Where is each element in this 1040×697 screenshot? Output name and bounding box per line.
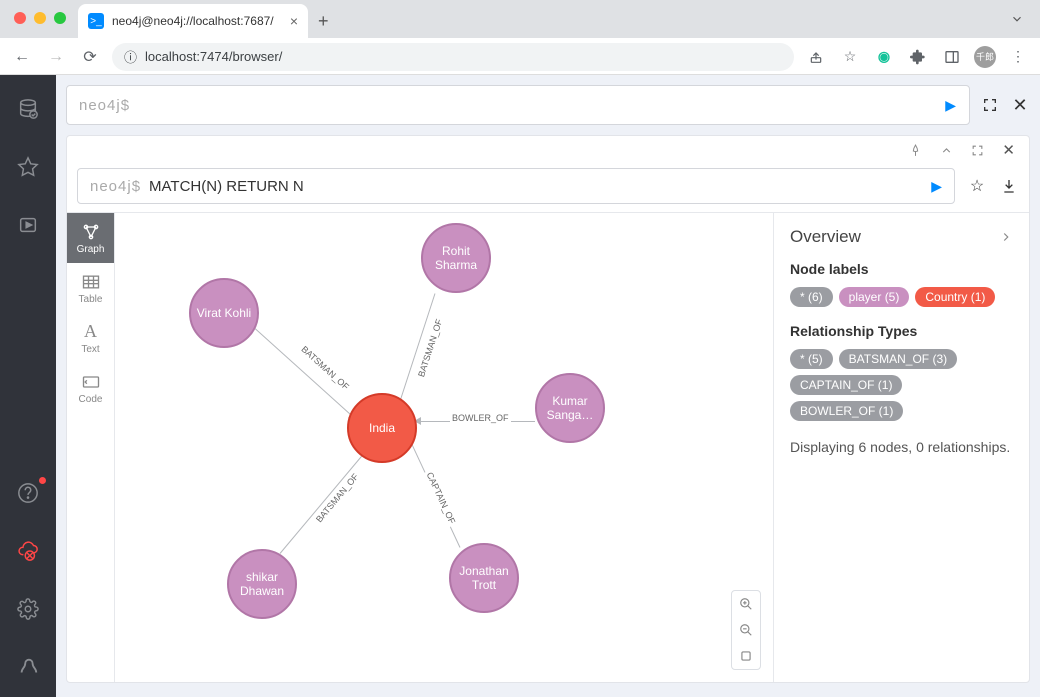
browser-chrome: >_ neo4j@neo4j://localhost:7687/ × + ← →… xyxy=(0,0,1040,75)
tab-close-button[interactable]: × xyxy=(290,13,298,29)
close-frame-button[interactable]: ✕ xyxy=(1002,141,1015,159)
tab-title: neo4j@neo4j://localhost:7687/ xyxy=(112,14,274,28)
cloud-sync-icon[interactable] xyxy=(16,539,40,563)
url-input[interactable]: ⓘ localhost:7474/browser/ xyxy=(112,43,794,71)
zoom-out-button[interactable] xyxy=(732,617,760,643)
rel-types-heading: Relationship Types xyxy=(790,323,1013,339)
extensions-button[interactable] xyxy=(906,45,930,69)
main-content: neo4j$ ▶ ✕ ✕ xyxy=(56,75,1040,697)
back-button[interactable]: ← xyxy=(10,48,34,66)
tabs-dropdown-button[interactable] xyxy=(1010,12,1024,26)
chrome-menu-button[interactable]: ⋮ xyxy=(1006,45,1030,69)
left-sidebar xyxy=(0,75,56,697)
favorite-query-button[interactable]: ☆ xyxy=(967,176,987,196)
view-mode-tabs: Graph Table A Text Code xyxy=(67,213,115,682)
edge-label-batsman-1: BATSMAN_OF xyxy=(298,343,353,393)
edge-label-batsman-2: BATSMAN_OF xyxy=(415,316,444,380)
bookmark-button[interactable]: ☆ xyxy=(838,45,862,69)
node-kumar-sanga[interactable]: Kumar Sanga… xyxy=(535,373,605,443)
frame-header: neo4j$ MATCH(N) RETURN N ▶ ☆ xyxy=(67,164,1029,212)
window-controls xyxy=(14,12,66,24)
zoom-in-button[interactable] xyxy=(732,591,760,617)
rerun-query-button[interactable]: ▶ xyxy=(931,178,942,195)
fullscreen-button[interactable] xyxy=(980,95,1000,115)
minimize-window-button[interactable] xyxy=(34,12,46,24)
display-status: Displaying 6 nodes, 0 relationships. xyxy=(790,437,1013,458)
frame-query-text: MATCH(N) RETURN N xyxy=(149,178,304,195)
tab-favicon: >_ xyxy=(88,13,104,29)
chip-country[interactable]: Country (1) xyxy=(915,287,995,307)
graph-visualization[interactable]: BATSMAN_OF BATSMAN_OF BOWLER_OF CAPTAIN_… xyxy=(115,213,773,682)
edge-kohli-india[interactable] xyxy=(255,328,356,419)
chip-all-nodes[interactable]: * (6) xyxy=(790,287,833,307)
settings-icon[interactable] xyxy=(16,597,40,621)
notification-dot xyxy=(39,477,46,484)
close-editor-button[interactable]: ✕ xyxy=(1010,95,1030,115)
zoom-controls xyxy=(731,590,761,670)
guides-icon[interactable] xyxy=(16,213,40,237)
node-labels-heading: Node labels xyxy=(790,261,1013,277)
frame-prompt: neo4j$ xyxy=(90,178,141,195)
edge-label-bowler: BOWLER_OF xyxy=(450,413,511,423)
run-query-button[interactable]: ▶ xyxy=(945,97,957,114)
reload-button[interactable]: ⟳ xyxy=(78,47,102,67)
node-india[interactable]: India xyxy=(347,393,417,463)
browser-tab[interactable]: >_ neo4j@neo4j://localhost:7687/ × xyxy=(78,4,308,38)
zoom-fit-button[interactable] xyxy=(732,643,760,669)
side-panel-button[interactable] xyxy=(940,45,964,69)
chip-batsman-of[interactable]: BATSMAN_OF (3) xyxy=(839,349,957,369)
collapse-frame-button[interactable] xyxy=(940,144,953,157)
frame-body: Graph Table A Text Code xyxy=(67,212,1029,682)
edge-dhawan-india[interactable] xyxy=(280,446,371,554)
chevron-right-icon xyxy=(999,230,1013,244)
node-rohit-sharma[interactable]: Rohit Sharma xyxy=(421,223,491,293)
overview-header[interactable]: Overview xyxy=(790,227,1013,247)
chip-all-rels[interactable]: * (5) xyxy=(790,349,833,369)
node-virat-kohli[interactable]: Virat Kohli xyxy=(189,278,259,348)
edge-label-batsman-3: BATSMAN_OF xyxy=(313,470,362,526)
chip-player[interactable]: player (5) xyxy=(839,287,910,307)
favorites-icon[interactable] xyxy=(16,155,40,179)
neo4j-browser-app: neo4j$ ▶ ✕ ✕ xyxy=(0,75,1040,697)
frame-query-display[interactable]: neo4j$ MATCH(N) RETURN N ▶ xyxy=(77,168,955,204)
node-label-chips: * (6) player (5) Country (1) xyxy=(790,287,1013,307)
database-icon[interactable] xyxy=(16,97,40,121)
graph-view-tab[interactable]: Graph xyxy=(67,213,114,263)
node-shikar-dhawan[interactable]: shikar Dhawan xyxy=(227,549,297,619)
chip-captain-of[interactable]: CAPTAIN_OF (1) xyxy=(790,375,902,395)
result-frame: ✕ neo4j$ MATCH(N) RETURN N ▶ ☆ Graph xyxy=(66,135,1030,683)
main-editor-row: neo4j$ ▶ ✕ xyxy=(66,85,1030,125)
forward-button[interactable]: → xyxy=(44,48,68,66)
new-tab-button[interactable]: + xyxy=(318,11,329,38)
rel-type-chips: * (5) BATSMAN_OF (3) CAPTAIN_OF (1) BOWL… xyxy=(790,349,1013,421)
overview-panel: Overview Node labels * (6) player (5) Co… xyxy=(773,213,1029,682)
site-info-icon[interactable]: ⓘ xyxy=(124,47,137,66)
url-text: localhost:7474/browser/ xyxy=(145,49,282,64)
node-jonathan-trott[interactable]: Jonathan Trott xyxy=(449,543,519,613)
grammarly-extension-icon[interactable]: ◉ xyxy=(872,45,896,69)
profile-avatar[interactable]: 千郎 xyxy=(974,46,996,68)
export-button[interactable] xyxy=(999,176,1019,196)
help-icon[interactable] xyxy=(16,481,40,505)
close-window-button[interactable] xyxy=(14,12,26,24)
frame-toolbar: ✕ xyxy=(67,136,1029,164)
chip-bowler-of[interactable]: BOWLER_OF (1) xyxy=(790,401,903,421)
text-view-tab[interactable]: A Text xyxy=(67,313,114,363)
address-bar: ← → ⟳ ⓘ localhost:7474/browser/ ☆ ◉ 千郎 ⋮ xyxy=(0,38,1040,75)
editor-prompt: neo4j$ xyxy=(79,97,130,114)
table-view-tab[interactable]: Table xyxy=(67,263,114,313)
share-button[interactable] xyxy=(804,45,828,69)
about-icon[interactable] xyxy=(16,655,40,679)
tab-bar: >_ neo4j@neo4j://localhost:7687/ × + xyxy=(0,0,1040,38)
fullscreen-frame-button[interactable] xyxy=(971,144,984,157)
pin-frame-button[interactable] xyxy=(909,144,922,157)
edge-label-captain: CAPTAIN_OF xyxy=(424,469,458,527)
maximize-window-button[interactable] xyxy=(54,12,66,24)
code-view-tab[interactable]: Code xyxy=(67,363,114,413)
cypher-editor[interactable]: neo4j$ ▶ xyxy=(66,85,970,125)
